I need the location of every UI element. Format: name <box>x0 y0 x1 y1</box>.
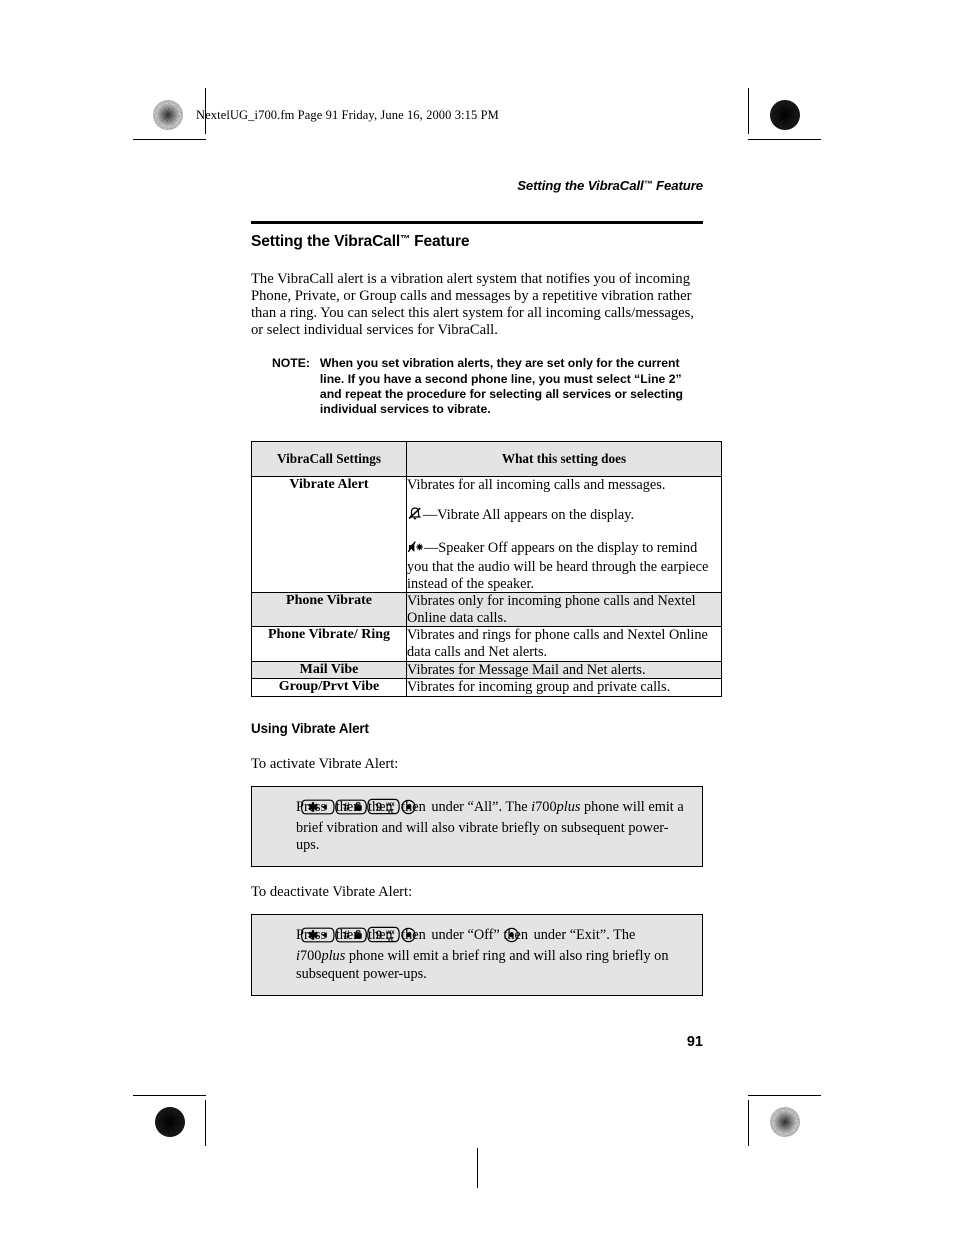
table-cell-setting: Group/Prvt Vibe <box>251 678 407 697</box>
svg-text:#: # <box>343 800 350 814</box>
page-title-tail: Feature <box>409 233 470 250</box>
model-name-number: 700 <box>299 948 322 965</box>
deactivate-tail-text: phone will emit a brief ring and will al… <box>296 948 669 982</box>
table-cell-description: Vibrates only for incoming phone calls a… <box>406 592 722 628</box>
print-calibration-dot-bottom-left <box>155 1107 185 1137</box>
page-title-main: Setting the VibraCall <box>251 233 401 250</box>
note-label: NOTE: <box>272 356 310 371</box>
activate-procedure-box: Press ✱ then # then 9 wx yz then under “All”.… <box>251 785 703 868</box>
trademark-symbol-title: ™ <box>400 234 410 245</box>
note-block: NOTE: When you set vibration alerts, the… <box>272 356 703 417</box>
table-cell-setting: Vibrate Alert <box>251 476 407 594</box>
page-content: Setting the VibraCall™ Feature The Vibra… <box>251 233 722 996</box>
registration-mark-top-right <box>713 96 753 136</box>
registration-mark-middle-right <box>768 597 808 637</box>
table-header-row: VibraCall Settings What this setting doe… <box>251 441 722 478</box>
model-name-plus: plus <box>556 798 581 815</box>
under-all-phrase: under “All”. The <box>431 798 528 815</box>
table-cell-description: Vibrates for Message Mail and Net alerts… <box>406 660 722 680</box>
registration-mark-upper-left <box>153 138 193 178</box>
speaker-off-icon <box>407 539 424 560</box>
svg-text:✱: ✱ <box>308 929 319 943</box>
svg-text:9: 9 <box>376 927 383 942</box>
description-paragraph-text: —Speaker Off appears on the display to r… <box>407 539 709 592</box>
deactivate-procedure-text: Press ✱ then # then 9 wx yz then under “Off” … <box>266 926 688 982</box>
table-cell-setting: Phone Vibrate <box>251 592 407 628</box>
subsection-title: Using Vibrate Alert <box>251 720 369 736</box>
registration-mark-bottom-left <box>190 1103 230 1143</box>
table-header-description: What this setting does <box>406 441 722 478</box>
description-paragraph: Vibrates only for incoming phone calls a… <box>407 593 696 626</box>
svg-text:yz: yz <box>387 936 394 943</box>
intro-paragraph: The VibraCall alert is a vibration alert… <box>251 271 694 338</box>
description-paragraph: Vibrates and rings for phone calls and N… <box>407 627 708 660</box>
activate-lead-in: To activate Vibrate Alert: <box>251 755 399 772</box>
table-row: Phone Vibrate/ Ring Vibrates and rings f… <box>251 626 722 662</box>
table-row: Mail Vibe Vibrates for Message Mail and … <box>251 660 722 680</box>
page-number: 91 <box>686 1034 703 1050</box>
note-text: When you set vibration alerts, they are … <box>319 356 683 417</box>
table-cell-description: Vibrates for incoming group and private … <box>406 678 722 697</box>
table-cell-description: Vibrates for all incoming calls and mess… <box>406 476 722 594</box>
description-paragraph: Vibrates for all incoming calls and mess… <box>407 477 666 494</box>
trim-line-bottom-center-vertical <box>477 1148 479 1188</box>
table-row: Group/Prvt Vibe Vibrates for incoming gr… <box>251 678 722 697</box>
registration-mark-bottom-right <box>713 1103 753 1143</box>
under-exit-phrase: under “Exit”. The <box>533 927 636 944</box>
trim-line-top-right-vertical <box>748 88 750 134</box>
registration-mark-upper-right <box>768 138 808 178</box>
svg-text:yz: yz <box>387 807 394 814</box>
print-calibration-dot-top-right <box>770 100 800 130</box>
table-header-setting: VibraCall Settings <box>251 441 407 478</box>
model-name-number: 700 <box>535 798 557 815</box>
svg-text:✱: ✱ <box>308 800 319 814</box>
running-header-text-tail: Feature <box>652 178 703 193</box>
print-calibration-dot-top-left <box>153 100 183 130</box>
bell-slash-icon <box>407 506 423 527</box>
header-divider-rule <box>251 221 703 224</box>
page-title: Setting the VibraCall™ Feature <box>251 233 703 251</box>
running-header: Setting the VibraCall™ Feature <box>517 178 703 193</box>
description-paragraph-with-icon: —Vibrate All appears on the display. <box>407 506 721 527</box>
table-row: Vibrate Alert Vibrates for all incoming … <box>251 476 722 594</box>
registration-mark-middle-left <box>146 597 186 637</box>
table-cell-description: Vibrates and rings for phone calls and N… <box>406 626 722 662</box>
running-header-text-main: Setting the VibraCall <box>517 178 644 193</box>
model-name-plus: plus <box>321 948 346 965</box>
svg-text:#: # <box>343 928 350 942</box>
vibracall-settings-table: VibraCall Settings What this setting doe… <box>251 441 722 697</box>
description-paragraph-with-icon: —Speaker Off appears on the display to r… <box>407 539 721 593</box>
description-paragraph: Vibrates for incoming group and private … <box>407 679 671 696</box>
deactivate-lead-in: To deactivate Vibrate Alert: <box>251 884 413 901</box>
svg-text:9: 9 <box>376 799 383 814</box>
print-calibration-dot-bottom-right <box>770 1107 800 1137</box>
description-paragraph: Vibrates for Message Mail and Net alerts… <box>407 661 646 678</box>
table-row: Phone Vibrate Vibrates only for incoming… <box>251 592 722 628</box>
deactivate-procedure-box: Press ✱ then # then 9 wx yz then under “Off” … <box>251 914 703 996</box>
activate-procedure-text: Press ✱ then # then 9 wx yz then under “All”.… <box>266 798 688 854</box>
description-paragraph-text: —Vibrate All appears on the display. <box>423 506 635 523</box>
trim-line-bottom-right-vertical <box>748 1100 750 1146</box>
table-cell-setting: Mail Vibe <box>251 660 407 680</box>
print-file-info: NextelUG_i700.fm Page 91 Friday, June 16… <box>196 108 499 122</box>
table-cell-setting: Phone Vibrate/ Ring <box>251 626 407 662</box>
